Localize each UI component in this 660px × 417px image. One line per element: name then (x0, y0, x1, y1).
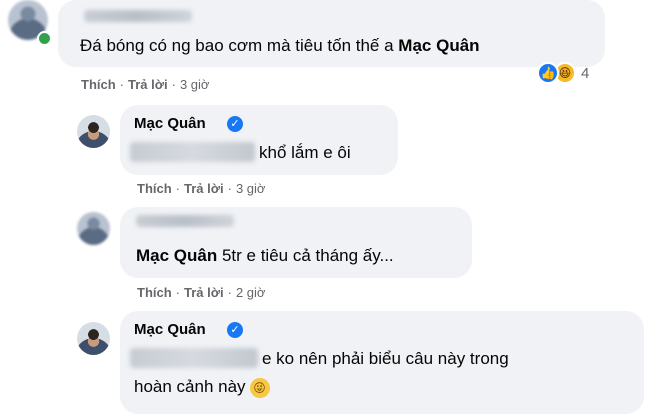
comment-text: Mạc Quân 5tr e tiêu cả tháng ấy... (136, 246, 394, 265)
grinning-tongue-emoji-icon: 😜 (249, 377, 270, 398)
mentioned-user[interactable] (130, 348, 258, 368)
reaction-summary[interactable]: 👍 😆 4 (537, 60, 589, 86)
comment-text: Đá bóng có ng bao cơm mà tiêu tốn thế a … (80, 36, 480, 55)
like-icon: 👍 (537, 62, 559, 84)
verified-badge-icon: ✓ (227, 116, 243, 132)
online-status-icon (37, 31, 52, 46)
comment-actions: Thích · Trả lời · 3 giờ (81, 77, 209, 92)
separator: · (227, 181, 232, 196)
comment-actions: Thích · Trả lời · 2 giờ (137, 285, 265, 300)
author-name[interactable]: Mạc Quân (134, 115, 206, 132)
mentioned-user[interactable] (130, 142, 255, 162)
mention-link[interactable]: Mạc Quân (398, 36, 479, 55)
mac-quan-avatar[interactable] (77, 115, 110, 148)
reaction-count: 4 (581, 64, 590, 82)
like-button[interactable]: Thích (137, 285, 172, 300)
mac-quan-avatar[interactable] (77, 322, 110, 355)
timestamp[interactable]: 3 giờ (236, 181, 266, 196)
timestamp[interactable]: 2 giờ (236, 285, 266, 300)
separator: · (227, 285, 232, 300)
separator: · (175, 181, 181, 196)
reply-button[interactable]: Trả lời (184, 285, 224, 300)
reply-button[interactable]: Trả lời (128, 77, 168, 92)
separator: · (119, 77, 125, 92)
separator: · (175, 285, 181, 300)
reply-button[interactable]: Trả lời (184, 181, 224, 196)
comment-text: hoàn cảnh này 😜 (134, 377, 270, 398)
reply-bubble: Mạc Quân 5tr e tiêu cả tháng ấy... (120, 207, 472, 278)
comment-bubble: Đá bóng có ng bao cơm mà tiêu tốn thế a … (58, 0, 605, 67)
timestamp[interactable]: 3 giờ (180, 77, 210, 92)
comment-actions: Thích · Trả lời · 3 giờ (137, 181, 265, 196)
comment-text: e ko nên phải biểu câu này trong (262, 349, 509, 368)
comment-text: khổ lắm e ôi (259, 143, 351, 162)
verified-badge-icon: ✓ (227, 322, 243, 338)
separator: · (171, 77, 176, 92)
author-name[interactable]: Mạc Quân (134, 321, 206, 338)
commenter-name[interactable] (136, 215, 234, 227)
mention-link[interactable]: Mạc Quân (136, 246, 217, 265)
reply-bubble: Mạc Quân ✓ khổ lắm e ôi (120, 105, 398, 175)
like-button[interactable]: Thích (81, 77, 116, 92)
commenter-name[interactable] (84, 10, 192, 22)
reply-bubble: Mạc Quân ✓ e ko nên phải biểu câu này tr… (120, 311, 644, 414)
commenter-avatar[interactable] (77, 212, 110, 245)
like-button[interactable]: Thích (137, 181, 172, 196)
